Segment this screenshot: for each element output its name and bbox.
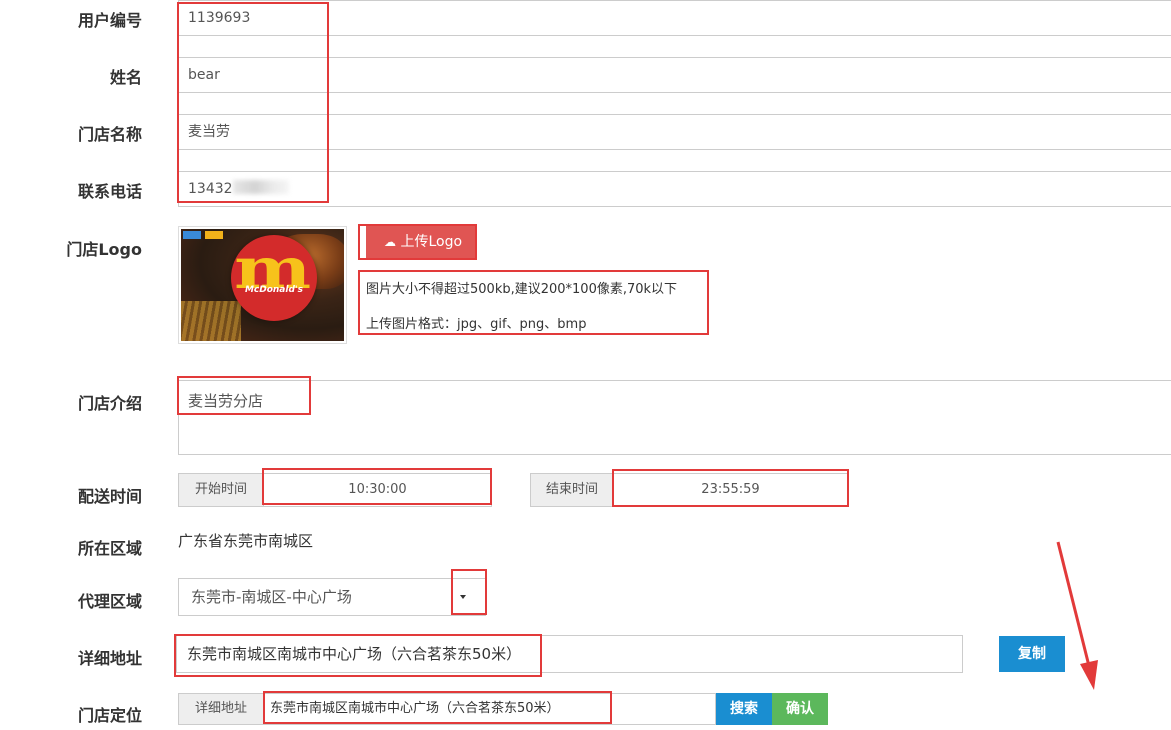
logo-size-hint: 图片大小不得超过500kb,建议200*100像素,70k以下: [366, 282, 678, 297]
store-name-label: 门店名称: [77, 125, 142, 144]
agent-region-label: 代理区域: [77, 592, 142, 611]
end-time-input[interactable]: 23:55:59: [614, 473, 848, 507]
start-time-input[interactable]: 10:30:00: [264, 473, 492, 507]
upload-logo-button[interactable]: ☁ 上传Logo: [362, 226, 476, 258]
logo-wordmark: McDonald's: [244, 285, 304, 295]
delivery-label: 配送时间: [77, 487, 142, 506]
region-label: 所在区域: [77, 539, 142, 558]
badge-blue: [183, 231, 201, 239]
name-field[interactable]: bear: [178, 57, 1171, 93]
annotation-arrow-icon: [1056, 541, 1098, 690]
location-addon: 详细地址: [178, 693, 264, 725]
chevron-down-icon[interactable]: [460, 595, 466, 599]
store-logo-image: m McDonald's: [178, 226, 347, 344]
name-label: 姓名: [109, 68, 142, 87]
logo-format-hint: 上传图片格式：jpg、gif、png、bmp: [366, 317, 587, 332]
start-time-addon: 开始时间: [178, 473, 264, 507]
end-time-addon: 结束时间: [530, 473, 614, 507]
agent-region-select[interactable]: 东莞市-南城区-中心广场: [178, 578, 486, 616]
search-button[interactable]: 搜索: [716, 693, 772, 725]
location-input[interactable]: 东莞市南城区南城市中心广场（六合茗茶东50米）: [264, 693, 716, 725]
user-id-field[interactable]: 1139693: [178, 0, 1171, 36]
mcdonalds-logo-circle: m McDonald's: [231, 235, 317, 321]
address-input[interactable]: 东莞市南城区南城市中心广场（六合茗茶东50米）: [176, 635, 963, 673]
phone-label: 联系电话: [77, 182, 142, 201]
phone-field[interactable]: 13432: [178, 171, 1171, 207]
intro-textarea[interactable]: 麦当劳分店: [178, 380, 1171, 455]
intro-label: 门店介绍: [77, 394, 142, 413]
confirm-button[interactable]: 确认: [772, 693, 828, 725]
badge-yellow: [205, 231, 223, 239]
phone-redaction-blur: [233, 180, 289, 194]
location-label: 门店定位: [77, 706, 142, 725]
fries-graphic: [181, 301, 241, 341]
store-name-field[interactable]: 麦当劳: [178, 114, 1171, 150]
logo-label: 门店Logo: [66, 240, 142, 259]
region-value: 广东省东莞市南城区: [178, 532, 314, 550]
golden-arches-icon: m: [234, 236, 312, 302]
address-label: 详细地址: [77, 649, 142, 668]
user-id-label: 用户编号: [77, 11, 142, 30]
upload-logo-label: 上传Logo: [400, 234, 463, 250]
cloud-upload-icon: ☁: [384, 235, 396, 249]
